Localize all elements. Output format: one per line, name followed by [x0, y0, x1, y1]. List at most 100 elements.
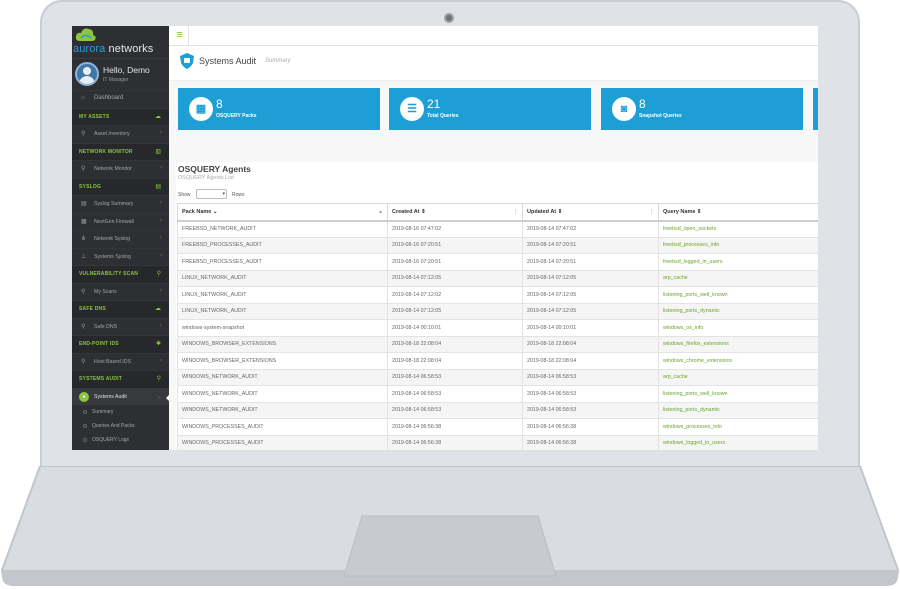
pack-name-cell: WINDOWS_PROCESSES_AUDIT [177, 434, 388, 450]
panel-subtitle: OSQUERY Agents List [178, 175, 234, 181]
column-header-pack-name[interactable]: Pack Name ⌄ ▲ [177, 203, 388, 222]
sidebar-item-dashboard[interactable]: ⌂ Dashboard [72, 90, 169, 108]
chevron-down-icon: ⌄ [156, 393, 162, 400]
table-row[interactable]: WINDOWS_PROCESSES_AUDIT 2019-08-14 06:56:… [177, 418, 818, 436]
sidebar-section-end-point-ids[interactable]: END-POINT IDS ✱ [72, 335, 169, 353]
sidebar-item-syslog-summary[interactable]: ▤ Syslog Summary › [72, 195, 169, 213]
query-name-cell[interactable]: listening_ports_well_known [658, 385, 818, 403]
sidebar-section-network-monitor[interactable]: NETWORK MONITOR ▥ [72, 142, 169, 160]
network-icon: ⋔ [81, 236, 87, 242]
updated-at-cell: 2019-08-14 06:56:38 [522, 434, 659, 450]
chevron-right-icon: › [160, 322, 162, 329]
table-row[interactable]: WINDOWS_PROCESSES_AUDIT 2019-08-14 06:56:… [177, 434, 818, 450]
updated-at-cell: 2019-08-18 22:08:04 [522, 335, 659, 353]
table-row[interactable]: LINUX_NETWORK_AUDIT 2019-08-14 07:12:05 20… [177, 302, 818, 320]
chevron-right-icon: › [160, 130, 162, 136]
query-name-cell[interactable]: windows_chrome_extensions [658, 352, 818, 370]
created-at-cell: 2019-08-18 22:08:04 [387, 352, 523, 370]
query-name-cell[interactable]: windows_os_info [658, 319, 818, 337]
stat-label: Total Queries [427, 113, 459, 119]
table-row[interactable]: LINUX_NETWORK_AUDIT 2019-08-14 07:12:05 20… [177, 269, 818, 287]
created-at-cell: 2019-08-14 07:12:05 [387, 269, 523, 287]
sidebar-item-network-syslog[interactable]: ⋔ Network Syslog › [72, 230, 169, 248]
menu-toggle-icon[interactable]: ≡ [171, 26, 189, 45]
sidebar-subitem-osquery-logs[interactable]: OSQUERY Logs [72, 433, 169, 447]
list-icon: ☰ [400, 97, 424, 121]
created-at-cell: 2019-08-14 06:58:53 [387, 385, 523, 403]
sidebar-section-safe-dns[interactable]: SAFE DNS ☁ [72, 300, 169, 318]
camera-icon: ◙ [612, 97, 636, 121]
search-icon: ⚲ [81, 166, 86, 172]
updated-at-cell: 2019-08-14 06:56:38 [522, 418, 659, 436]
updated-at-cell: 2019-08-18 22:08:04 [522, 352, 659, 370]
table-row[interactable]: WINDOWS_NETWORK_AUDIT 2019-08-14 06:58:53… [177, 368, 818, 386]
table-row[interactable]: windows-system-snapshot 2019-08-14 00:10:… [177, 319, 818, 337]
avatar [75, 62, 99, 86]
sidebar-section-my-assets[interactable]: MY ASSETS ☁ [72, 107, 169, 125]
search-icon: ⚲ [81, 358, 86, 365]
sidebar-section-syslog[interactable]: SYSLOG ▤ [72, 177, 169, 195]
sidebar-item-host-based-ids[interactable]: ⚲ Host Based IDS › [72, 352, 169, 371]
table-row[interactable]: LINUX_NETWORK_AUDIT 2019-08-14 07:12:02 20… [177, 286, 818, 304]
sidebar-item-systems-syslog[interactable]: ⊥ Systems Syslog › [72, 247, 169, 266]
brand-name: aurora networks [73, 43, 154, 55]
table-row[interactable]: WINDOWS_BROWSER_EXTENSIONS 2019-08-18 22:… [177, 335, 818, 353]
agents-table: Pack Name ⌄ ▲ Created At ⇕ ⋮ Updated At ⇕ ⋮… [177, 203, 818, 450]
rows-per-page-select[interactable]: ▾ [196, 189, 227, 199]
sidebar-item-my-scans[interactable]: ⚲ My Scans › [72, 282, 169, 301]
column-header-query-name[interactable]: Query Name ⇕ [658, 203, 818, 222]
sidebar-subitem-queries-and-packs[interactable]: Queries And Packs [72, 419, 169, 433]
query-name-cell[interactable]: windows_logged_in_users [658, 434, 818, 450]
table-row[interactable]: FREEBSD_PROCESSES_AUDIT 2019-08-16 07:20:… [177, 253, 818, 271]
user-role: IT Manager [103, 77, 129, 83]
query-name-cell[interactable]: freebsd_logged_in_users [658, 253, 818, 271]
sidebar-item-nextgen-firewall[interactable]: ▦ NextGen Firewall › [72, 212, 169, 231]
sidebar-subitem-summary[interactable]: Summary [72, 405, 169, 419]
main-content: ≡ Systems Audit Summary ▦ 8 OSQUERY Pack… [169, 26, 818, 450]
stat-cards: ▦ 8 OSQUERY Packs ☰ 21 Total Queries ◙ 8… [178, 88, 818, 130]
query-name-cell[interactable]: arp_cache [658, 269, 818, 287]
sidebar-item-safe-dns[interactable]: ⚲ Safe DNS › [72, 317, 169, 336]
sidebar-section-systems-audit[interactable]: SYSTEMS AUDIT ⚲ [72, 370, 169, 388]
sidebar-section-vulnerability-scan[interactable]: VULNERABILITY SCAN ⚲ [72, 265, 169, 283]
query-name-cell[interactable]: windows_firefox_extensions [658, 335, 818, 353]
search-icon: ⚲ [81, 323, 86, 330]
firewall-icon: ▦ [81, 218, 87, 225]
user-profile[interactable]: Hello, Demo IT Manager [72, 58, 169, 90]
search-icon: ⚲ [81, 288, 86, 295]
chevron-right-icon: › [160, 217, 162, 224]
query-name-cell[interactable]: freebsd_processes_info [658, 236, 818, 254]
sidebar-item-systems-audit[interactable]: ● Systems Audit ⌄ [72, 387, 169, 405]
stat-card-snapshot-queries[interactable]: ◙ 8 Snapshot Queries [601, 88, 803, 130]
table-row[interactable]: FREEBSD_PROCESSES_AUDIT 2019-08-16 07:20:… [177, 236, 818, 254]
sidebar-item-network-monitor[interactable]: ⚲ Network Monitor › [72, 160, 169, 178]
query-name-cell[interactable]: freebsd_open_sockets [658, 220, 818, 238]
chevron-right-icon: › [160, 235, 162, 241]
page-header: Systems Audit Summary [169, 46, 818, 81]
created-at-cell: 2019-08-14 06:58:53 [387, 401, 523, 419]
created-at-cell: 2019-08-14 06:58:53 [387, 368, 523, 386]
table-row[interactable]: FREEBSD_NETWORK_AUDIT 2019-08-16 07:47:02… [177, 220, 818, 238]
query-name-cell[interactable]: listening_ports_dynamic [658, 302, 818, 320]
pack-name-cell: WINDOWS_NETWORK_AUDIT [177, 401, 388, 419]
table-row[interactable]: WINDOWS_NETWORK_AUDIT 2019-08-14 06:58:53… [177, 401, 818, 419]
column-header-created-at[interactable]: Created At ⇕ ⋮ [387, 203, 523, 222]
table-row[interactable]: WINDOWS_NETWORK_AUDIT 2019-08-14 06:58:53… [177, 385, 818, 403]
updated-at-cell: 2019-08-14 06:58:53 [522, 385, 659, 403]
query-name-cell[interactable]: windows_processes_info [658, 418, 818, 436]
query-name-cell[interactable]: listening_ports_well_known [658, 286, 818, 304]
laptop-base [0, 466, 900, 586]
query-name-cell[interactable]: listening_ports_dynamic [658, 401, 818, 419]
stat-card-osquery-packs[interactable]: ▦ 8 OSQUERY Packs [178, 88, 380, 130]
sidebar-item-asset-inventory[interactable]: ⚲ Asset Inventory › [72, 125, 169, 143]
stat-card-total-queries[interactable]: ☰ 21 Total Queries [389, 88, 591, 130]
query-name-cell[interactable]: arp_cache [658, 368, 818, 386]
chevron-right-icon: › [160, 165, 162, 171]
grid-icon: ▦ [189, 97, 213, 121]
table-header-row: Pack Name ⌄ ▲ Created At ⇕ ⋮ Updated At ⇕ ⋮… [177, 203, 818, 222]
bullet-icon [83, 410, 87, 414]
created-at-cell: 2019-08-14 06:56:38 [387, 434, 523, 450]
column-header-updated-at[interactable]: Updated At ⇕ ⋮ [522, 203, 659, 222]
table-row[interactable]: WINDOWS_BROWSER_EXTENSIONS 2019-08-18 22:… [177, 352, 818, 370]
updated-at-cell: 2019-08-14 07:47:02 [522, 220, 659, 238]
